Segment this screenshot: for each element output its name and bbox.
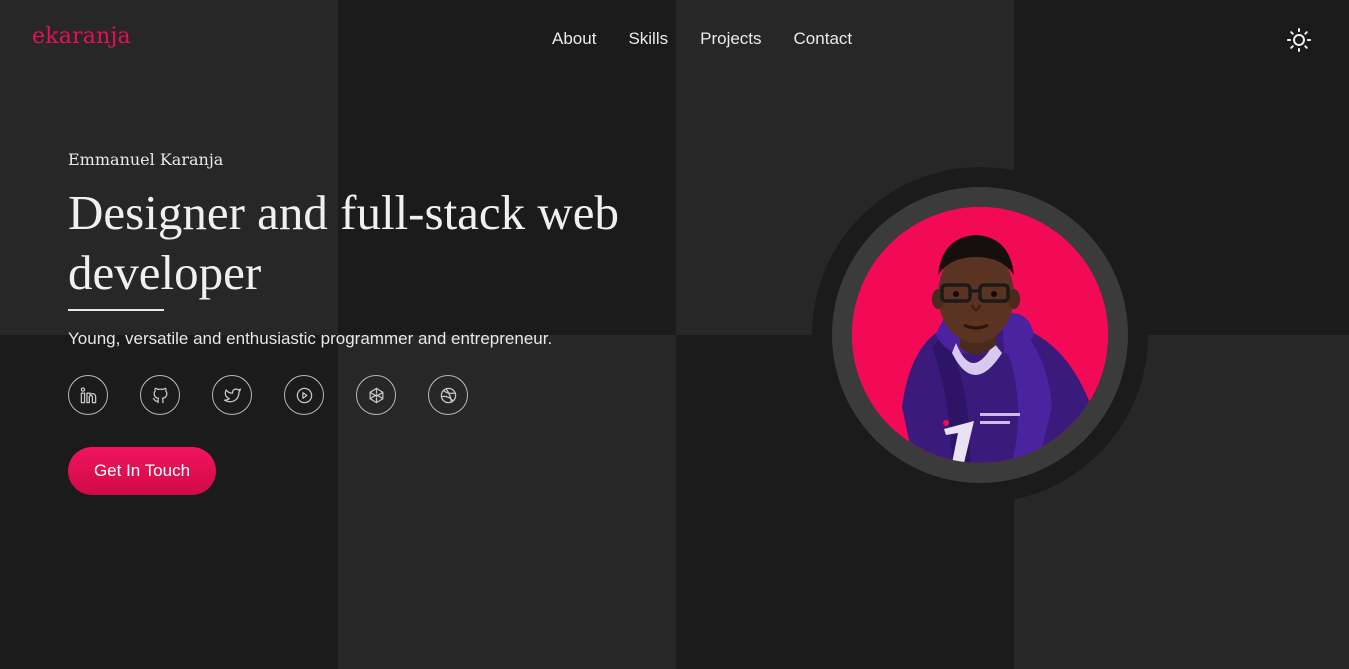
site-header: ekaranja About Skills Projects Contact [0,0,1349,80]
title-underline [68,309,164,311]
codepen-icon [369,387,383,403]
dribbble-link[interactable] [428,375,468,415]
hero-name: Emmanuel Karanja [68,150,224,169]
hero-section: Emmanuel Karanja Designer and full-stack… [68,150,708,495]
hero-title: Designer and full-stack web developer [68,185,620,300]
github-link[interactable] [140,375,180,415]
portrait-frame [812,167,1148,503]
profile-photo [852,207,1108,463]
twitter-link[interactable] [212,375,252,415]
github-icon [152,387,167,403]
get-in-touch-button[interactable]: Get In Touch [68,447,216,495]
main-nav: About Skills Projects Contact [552,29,852,49]
play-icon [296,387,312,403]
site-logo[interactable]: ekaranja [32,24,131,49]
nav-link-projects[interactable]: Projects [700,29,761,49]
linkedin-link[interactable] [68,375,108,415]
theme-toggle-button[interactable] [1286,27,1312,53]
linkedin-icon [80,386,96,403]
codepen-link[interactable] [356,375,396,415]
twitter-icon [223,387,241,402]
nav-link-about[interactable]: About [552,29,596,49]
dribbble-icon [440,387,456,403]
social-links [68,375,708,415]
person-illustration [852,207,1108,463]
sun-icon [1286,27,1312,53]
portrait-ring [832,187,1128,483]
nav-link-contact[interactable]: Contact [794,29,853,49]
hero-subtitle: Young, versatile and enthusiastic progra… [68,329,553,348]
youtube-link[interactable] [284,375,324,415]
nav-link-skills[interactable]: Skills [628,29,668,49]
